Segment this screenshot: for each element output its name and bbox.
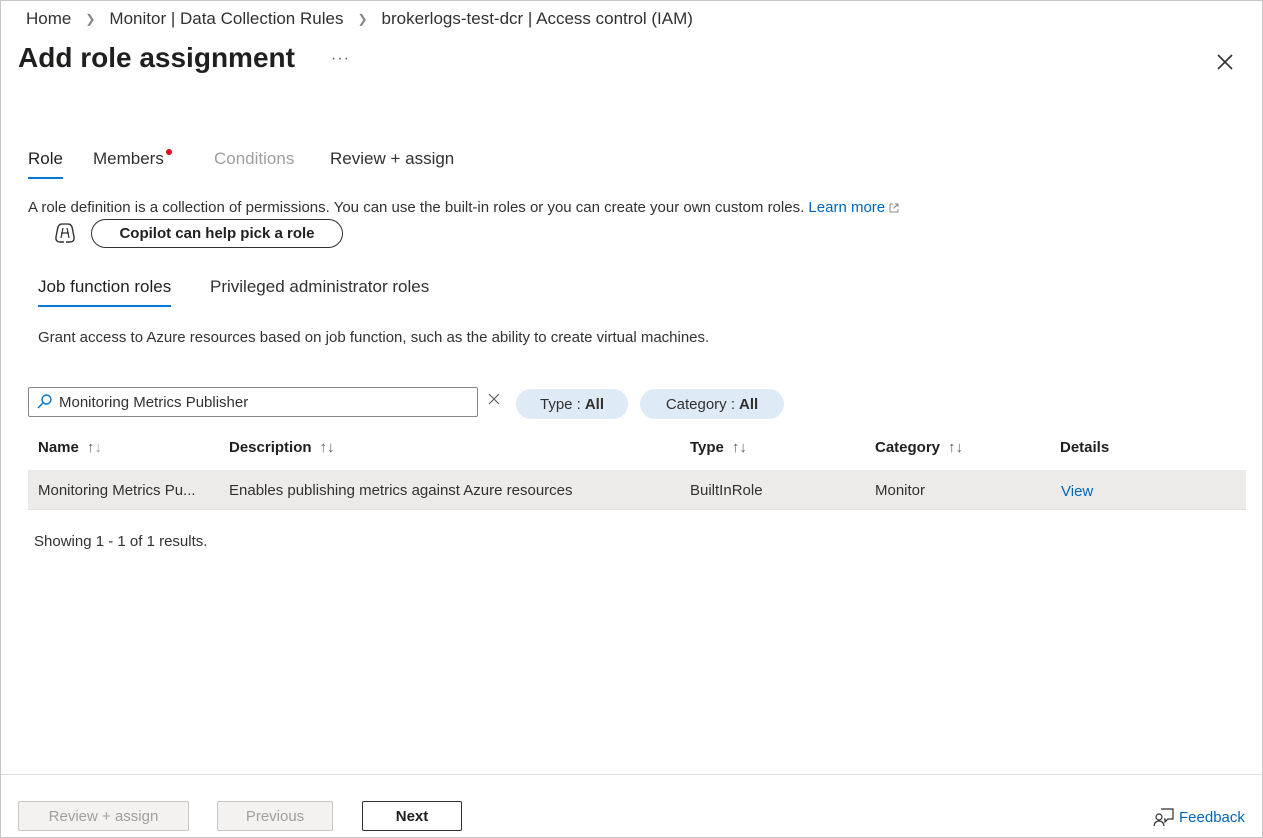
more-options-button[interactable]: ···: [331, 50, 350, 68]
footer-divider: [1, 774, 1262, 775]
column-header-category[interactable]: Category ↑↓: [875, 439, 963, 456]
tab-role[interactable]: Role: [28, 149, 63, 179]
role-definition-description: A role definition is a collection of per…: [28, 199, 900, 216]
tab-conditions: Conditions: [214, 149, 295, 168]
column-header-description[interactable]: Description ↑↓: [229, 439, 335, 456]
column-details-label: Details: [1060, 439, 1110, 456]
tab-privileged-admin-roles[interactable]: Privileged administrator roles: [210, 277, 429, 305]
column-description-label: Description: [229, 439, 312, 456]
category-filter-value: All: [739, 395, 759, 413]
previous-button[interactable]: Previous: [217, 801, 333, 831]
chevron-right-icon: ❯: [357, 12, 368, 26]
breadcrumb-home[interactable]: Home: [26, 9, 71, 29]
external-link-icon: [889, 203, 899, 213]
tab-members-label: Members: [93, 149, 164, 168]
breadcrumb-monitor-dcr[interactable]: Monitor | Data Collection Rules: [109, 9, 343, 29]
category-filter-label: Category :: [665, 395, 736, 413]
column-header-details: Details: [1060, 439, 1109, 456]
clear-search-icon[interactable]: [487, 392, 501, 406]
chevron-right-icon: ❯: [85, 12, 96, 26]
next-button[interactable]: Next: [362, 801, 462, 831]
sort-icon: ↑↓: [731, 439, 747, 456]
required-indicator: [165, 149, 172, 155]
copilot-icon: [55, 223, 75, 243]
breadcrumb-access-control[interactable]: brokerlogs-test-dcr | Access control (IA…: [382, 9, 693, 29]
table-row[interactable]: Monitoring Metrics Pu... Enables publish…: [28, 470, 1246, 510]
role-category-cell: Monitor: [875, 482, 926, 499]
search-icon: [37, 394, 52, 409]
sort-icon: ↑↓: [319, 439, 335, 456]
role-name-cell: Monitoring Metrics Pu...: [38, 482, 196, 499]
feedback-button[interactable]: Feedback: [1153, 807, 1245, 827]
results-count: Showing 1 - 1 of 1 results.: [34, 533, 208, 550]
breadcrumb: Home ❯ Monitor | Data Collection Rules ❯…: [26, 9, 693, 29]
sort-icon: ↑↓: [948, 439, 964, 456]
close-icon[interactable]: [1214, 51, 1236, 73]
sort-icon: ↑↓: [86, 439, 102, 456]
feedback-icon: [1153, 808, 1174, 827]
learn-more-label: Learn more: [808, 199, 886, 216]
search-input[interactable]: [59, 390, 469, 414]
tab-job-function-roles[interactable]: Job function roles: [38, 277, 172, 307]
copilot-pick-role-button[interactable]: Copilot can help pick a role: [91, 219, 343, 248]
feedback-label: Feedback: [1179, 808, 1245, 826]
column-header-type[interactable]: Type ↑↓: [690, 439, 747, 456]
type-filter-value: All: [584, 395, 605, 413]
tab-review-assign[interactable]: Review + assign: [330, 149, 454, 177]
category-filter-pill[interactable]: Category : All: [640, 389, 784, 419]
learn-more-link[interactable]: Learn more: [808, 199, 900, 216]
role-type-cell: BuiltInRole: [690, 482, 763, 499]
type-filter-pill[interactable]: Type : All: [516, 389, 628, 419]
dialog-frame: [0, 0, 1263, 838]
review-assign-button[interactable]: Review + assign: [18, 801, 189, 831]
column-category-label: Category: [875, 439, 941, 456]
page-title: Add role assignment: [18, 42, 295, 73]
roles-table-header: Name ↑↓ Description ↑↓ Type ↑↓ Category …: [28, 428, 1246, 468]
role-description-cell: Enables publishing metrics against Azure…: [229, 482, 573, 499]
type-filter-label: Type :: [539, 395, 581, 413]
role-search-box: [28, 387, 478, 417]
description-text: A role definition is a collection of per…: [28, 199, 805, 216]
column-name-label: Name: [38, 439, 79, 456]
view-details-link[interactable]: View: [1061, 483, 1093, 500]
job-function-description: Grant access to Azure resources based on…: [38, 329, 710, 346]
column-header-name[interactable]: Name ↑↓: [38, 439, 102, 456]
column-type-label: Type: [690, 439, 724, 456]
tab-members[interactable]: Members: [93, 149, 172, 177]
